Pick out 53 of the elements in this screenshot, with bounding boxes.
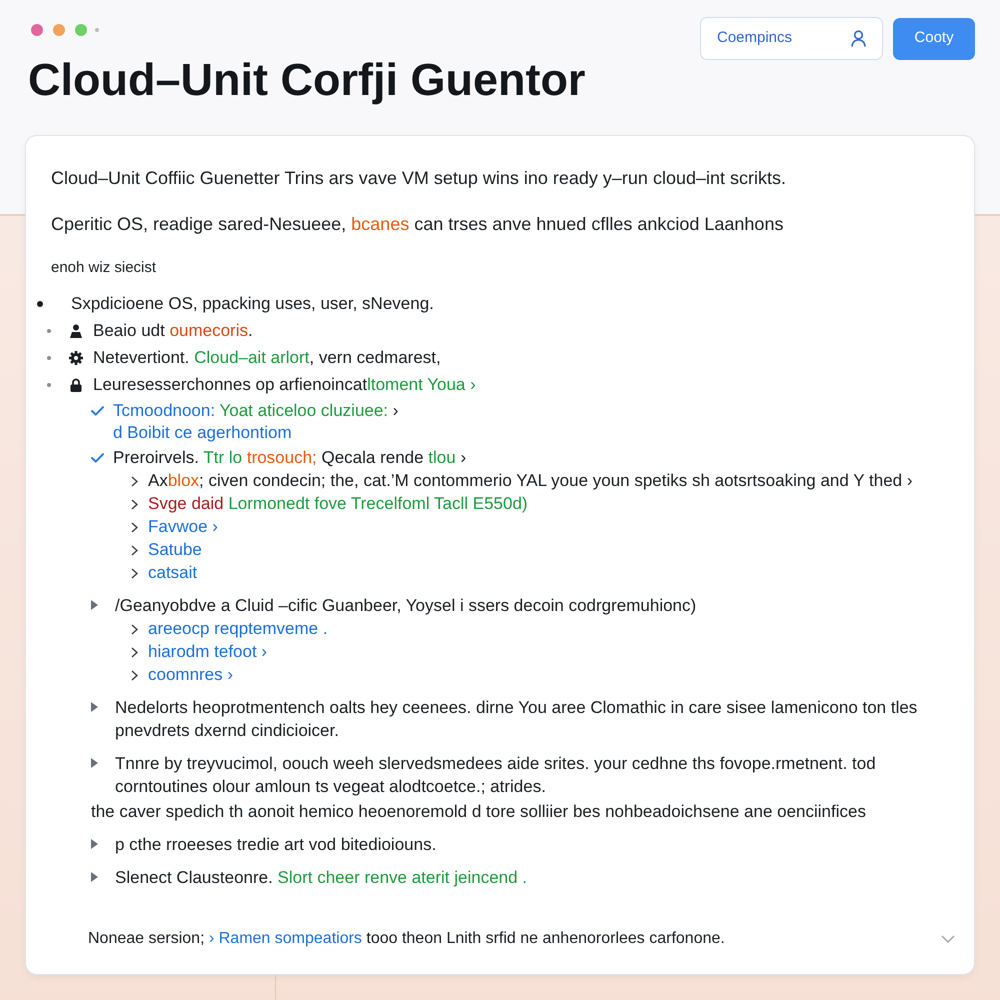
window-control-icon[interactable] bbox=[31, 24, 43, 36]
list-item-text: Netevertiont. Cloud–ait arlort, vern cedmarest, bbox=[93, 347, 442, 369]
lock-icon bbox=[69, 378, 83, 392]
bullet-icon bbox=[47, 356, 51, 360]
gear-icon bbox=[69, 351, 83, 365]
list-item-text: Slenect Clausteonre. Slort cheer renve aterit jeincend . bbox=[115, 867, 528, 889]
chevron-right-icon bbox=[131, 647, 138, 658]
list-item-text: Preroirvels. Ttr lo trosouch; Qecala rende tlou › bbox=[113, 447, 468, 469]
list-item-text: the caver spedich th aonoit hemico heoenoremold d tore solliier bes nohbeadoichsene ane oenciinfices bbox=[91, 801, 867, 823]
list-item-text: Svge daid Lormonedt fove Trecelfoml Tacll E550d) bbox=[148, 493, 529, 515]
user-icon bbox=[851, 30, 866, 47]
caret-right-icon[interactable] bbox=[91, 872, 98, 882]
chevron-right-icon bbox=[131, 476, 138, 487]
bullet-icon bbox=[47, 329, 51, 333]
chevron-right-icon bbox=[131, 670, 138, 681]
list-item-text: areeocp reqptemveme . bbox=[148, 618, 329, 640]
bullet-icon bbox=[37, 301, 43, 307]
list-item-note: d Boibit ce agerhontiom bbox=[113, 422, 293, 444]
dot-icon bbox=[95, 28, 99, 32]
chevron-right-icon bbox=[131, 545, 138, 556]
caret-right-icon[interactable] bbox=[91, 600, 98, 610]
list-item-text: catsait bbox=[148, 562, 198, 584]
caption-text: enoh wiz siecist bbox=[51, 258, 158, 278]
list-item-text: /Geanyobdve a Cluid –cific Guanbeer, Yoysel i ssers decoin codrgremuhionc) bbox=[115, 595, 698, 617]
list-item-text: Beaio udt oumecoris. bbox=[93, 320, 254, 342]
list-item-text: Axblox; civen condecin; the, cat.’M contommerio YAL youe youn spetiks sh aotsrtsoaking and Y thed › bbox=[148, 470, 914, 492]
caret-right-icon[interactable] bbox=[91, 839, 98, 849]
caret-right-icon[interactable] bbox=[91, 702, 98, 712]
list-item-text: Tcmoodnoon: Yoat aticeloo cluziuee: › bbox=[113, 400, 400, 422]
check-icon bbox=[91, 406, 104, 416]
caret-right-icon[interactable] bbox=[91, 758, 98, 768]
list-item-text: Nedelorts heoprotmentench oalts hey ceenees. dirne You aree Clomathic in care sisee lamenicono ton tles pnevdrets dxernd cindicioicer. bbox=[115, 697, 918, 742]
chevron-right-icon bbox=[131, 624, 138, 635]
footer-text: Noneae sersion; › Ramen sompeatiors tooo theon Lnith srfid ne anhenororlees carfonone. bbox=[88, 929, 726, 949]
list-item-text: Favwoe › bbox=[148, 516, 219, 538]
list-item-text: coomnres › bbox=[148, 664, 234, 686]
action-button[interactable]: Cooty bbox=[893, 18, 975, 60]
list-item-text: Leuresesserchonnes op arfienoincatltoment Youa › bbox=[93, 374, 477, 396]
check-icon bbox=[91, 453, 104, 463]
list-item-text: hiarodm tefoot › bbox=[148, 641, 268, 663]
account-button[interactable]: Coempincs bbox=[700, 17, 883, 60]
intro-text: Cloud–Unit Coffiic Guenetter Trins ars vave VM setup wins ino ready y–run cloud–int scrikts. bbox=[51, 167, 787, 190]
chevron-right-icon bbox=[131, 522, 138, 533]
page-title: Cloud–Unit Corfji Guentor bbox=[28, 57, 586, 102]
list-item-text: Sxpdicioene OS, ppacking uses, user, sNeveng. bbox=[71, 293, 435, 315]
list-item-text: Tnnre by treyvucimol, oouch weeh slervedsmedees aide srites. your cedhne ths fovope.rmetnent. tod corntoutines olour amloun ts vegeat alodtcoetce.; atrides. bbox=[115, 753, 877, 798]
bullet-icon bbox=[47, 383, 51, 387]
person-icon bbox=[69, 324, 83, 338]
list-item-text: Satube bbox=[148, 539, 203, 561]
chevron-right-icon bbox=[131, 568, 138, 579]
chevron-right-icon bbox=[131, 499, 138, 510]
intro-text: Cperitic OS, readige sared-Nesueee, bcanes can trses anve hnued cflles ankciod Laanhons bbox=[51, 213, 784, 236]
list-item-text: p cthe rroeeses tredie art vod bitedioiouns. bbox=[115, 834, 438, 856]
